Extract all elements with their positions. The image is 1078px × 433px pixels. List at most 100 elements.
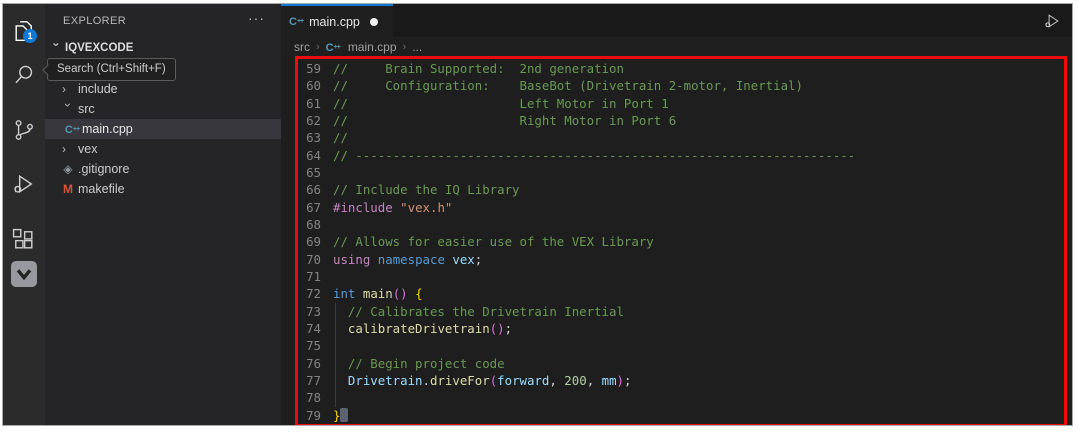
vex-extension-icon[interactable] (10, 260, 38, 288)
code-line-content (321, 216, 1067, 233)
file-icon-slot: C++ (64, 119, 80, 140)
code-line-content: // Configuration: BaseBot (Drivetrain 2-… (321, 77, 1067, 94)
code-line-content: // Right Motor in Port 6 (321, 112, 1067, 129)
line-number[interactable]: 76 (295, 355, 321, 372)
file-icon-slot: M (60, 179, 76, 199)
chevron-right-icon: › (62, 139, 74, 159)
code-line-content: } (321, 407, 1067, 424)
chevron-down-icon: › (47, 43, 66, 55)
line-number[interactable]: 75 (295, 337, 321, 354)
line-number[interactable]: 66 (295, 181, 321, 198)
code-line-content: #include "vex.h" (321, 199, 1067, 216)
code-line[interactable]: 62// Right Motor in Port 6 (295, 112, 1067, 129)
code-line-content: // Begin project code (321, 355, 1067, 372)
code-editor[interactable]: 59// Brain Supported: 2nd generation60//… (295, 56, 1067, 425)
code-line[interactable]: 70using namespace vex; (295, 251, 1067, 268)
makefile-file-icon: M (63, 182, 73, 196)
line-number[interactable]: 72 (295, 285, 321, 302)
code-line[interactable]: 72int main() { (295, 285, 1067, 302)
file-icon-slot: ◈ (60, 159, 76, 179)
explorer-icon[interactable]: 1 (10, 17, 38, 45)
breadcrumb-item[interactable]: ... (412, 40, 422, 54)
search-tooltip: Search (Ctrl+Shift+F) (47, 58, 176, 81)
cpp-file-icon: C++ (65, 124, 79, 136)
breadcrumb-item[interactable]: main.cpp (348, 40, 397, 54)
code-line-content: // Left Motor in Port 1 (321, 95, 1067, 112)
file-tree-item-include[interactable]: ›include (45, 79, 281, 99)
code-line[interactable]: 60// Configuration: BaseBot (Drivetrain … (295, 77, 1067, 94)
line-number[interactable]: 63 (295, 129, 321, 146)
code-line-content: calibrateDrivetrain(); (321, 320, 1067, 337)
code-line[interactable]: 69// Allows for easier use of the VEX Li… (295, 233, 1067, 250)
line-number[interactable]: 77 (295, 372, 321, 389)
code-line[interactable]: 61// Left Motor in Port 1 (295, 95, 1067, 112)
code-line-content: // (321, 129, 1067, 146)
code-line-content: // Calibrates the Drivetrain Inertial (321, 303, 1067, 320)
file-tree-item-gitignore[interactable]: ◈.gitignore (45, 159, 281, 179)
code-line-content (321, 389, 1067, 406)
file-label: main.cpp (82, 119, 133, 139)
code-line-content (321, 337, 1067, 354)
modified-dot-icon[interactable] (370, 18, 378, 26)
line-number[interactable]: 70 (295, 251, 321, 268)
source-control-icon[interactable] (10, 116, 38, 144)
file-tree-item-src[interactable]: ›src (45, 99, 281, 119)
code-line[interactable]: 77 Drivetrain.driveFor(forward, 200, mm)… (295, 372, 1067, 389)
code-line[interactable]: 64// -----------------------------------… (295, 147, 1067, 164)
line-number[interactable]: 71 (295, 268, 321, 285)
breadcrumb-separator-icon: › (403, 41, 407, 53)
code-line[interactable]: 74 calibrateDrivetrain(); (295, 320, 1067, 337)
line-number[interactable]: 67 (295, 199, 321, 216)
file-tree-item-vex[interactable]: ›vex (45, 139, 281, 159)
line-number[interactable]: 59 (295, 60, 321, 77)
file-tree-item-main-cpp[interactable]: C++main.cpp (45, 119, 281, 139)
code-line-content: using namespace vex; (321, 251, 1067, 268)
tab-strip: C++ main.cpp (281, 4, 1072, 37)
extensions-icon[interactable] (10, 226, 38, 254)
line-number[interactable]: 68 (295, 216, 321, 233)
code-line[interactable]: 79} (295, 407, 1067, 424)
code-line[interactable]: 67#include "vex.h" (295, 199, 1067, 216)
breadcrumb-item[interactable]: src (294, 40, 310, 54)
tab-main-cpp[interactable]: C++ main.cpp (281, 4, 393, 37)
code-line[interactable]: 78 (295, 389, 1067, 406)
file-label: vex (78, 139, 97, 159)
line-number[interactable]: 74 (295, 320, 321, 337)
code-line[interactable]: 76 // Begin project code (295, 355, 1067, 372)
code-line[interactable]: 63// (295, 129, 1067, 146)
code-line[interactable]: 75 (295, 337, 1067, 354)
chevron-right-icon: › (62, 79, 74, 99)
line-number[interactable]: 78 (295, 389, 321, 406)
code-line[interactable]: 68 (295, 216, 1067, 233)
chevron-down-icon: › (58, 103, 78, 115)
line-number[interactable]: 69 (295, 233, 321, 250)
line-number[interactable]: 62 (295, 112, 321, 129)
file-label: src (78, 99, 95, 119)
code-line-content: int main() { (321, 285, 1067, 302)
project-root-item[interactable]: › IQVEXCODE (45, 39, 281, 58)
code-line[interactable]: 71 (295, 268, 1067, 285)
more-actions-icon[interactable]: ··· (248, 10, 265, 26)
line-number[interactable]: 64 (295, 147, 321, 164)
vscode-window: 1 (2, 3, 1073, 426)
line-number[interactable]: 65 (295, 164, 321, 181)
code-line[interactable]: 73 // Calibrates the Drivetrain Inertial (295, 303, 1067, 320)
run-or-debug-button[interactable] (1040, 9, 1064, 33)
line-number[interactable]: 60 (295, 77, 321, 94)
file-tree-item-makefile[interactable]: Mmakefile (45, 179, 281, 199)
code-line[interactable]: 66// Include the IQ Library (295, 181, 1067, 198)
file-tree: ›include›srcC++main.cpp›vex◈.gitignoreMm… (45, 79, 281, 199)
code-line[interactable]: 59// Brain Supported: 2nd generation (295, 60, 1067, 77)
line-number[interactable]: 61 (295, 95, 321, 112)
search-icon[interactable] (10, 61, 38, 89)
code-line-content: Drivetrain.driveFor(forward, 200, mm); (321, 372, 1067, 389)
code-line[interactable]: 65 (295, 164, 1067, 181)
run-debug-icon[interactable] (10, 170, 38, 198)
cpp-file-icon: C++ (326, 40, 344, 54)
editor-area: C++ main.cpp src›C++main.cpp›... 59// Br… (281, 4, 1072, 425)
file-label: .gitignore (78, 159, 129, 179)
file-label: makefile (78, 179, 125, 199)
line-number[interactable]: 73 (295, 303, 321, 320)
line-number[interactable]: 79 (295, 407, 321, 424)
code-line-content (321, 268, 1067, 285)
